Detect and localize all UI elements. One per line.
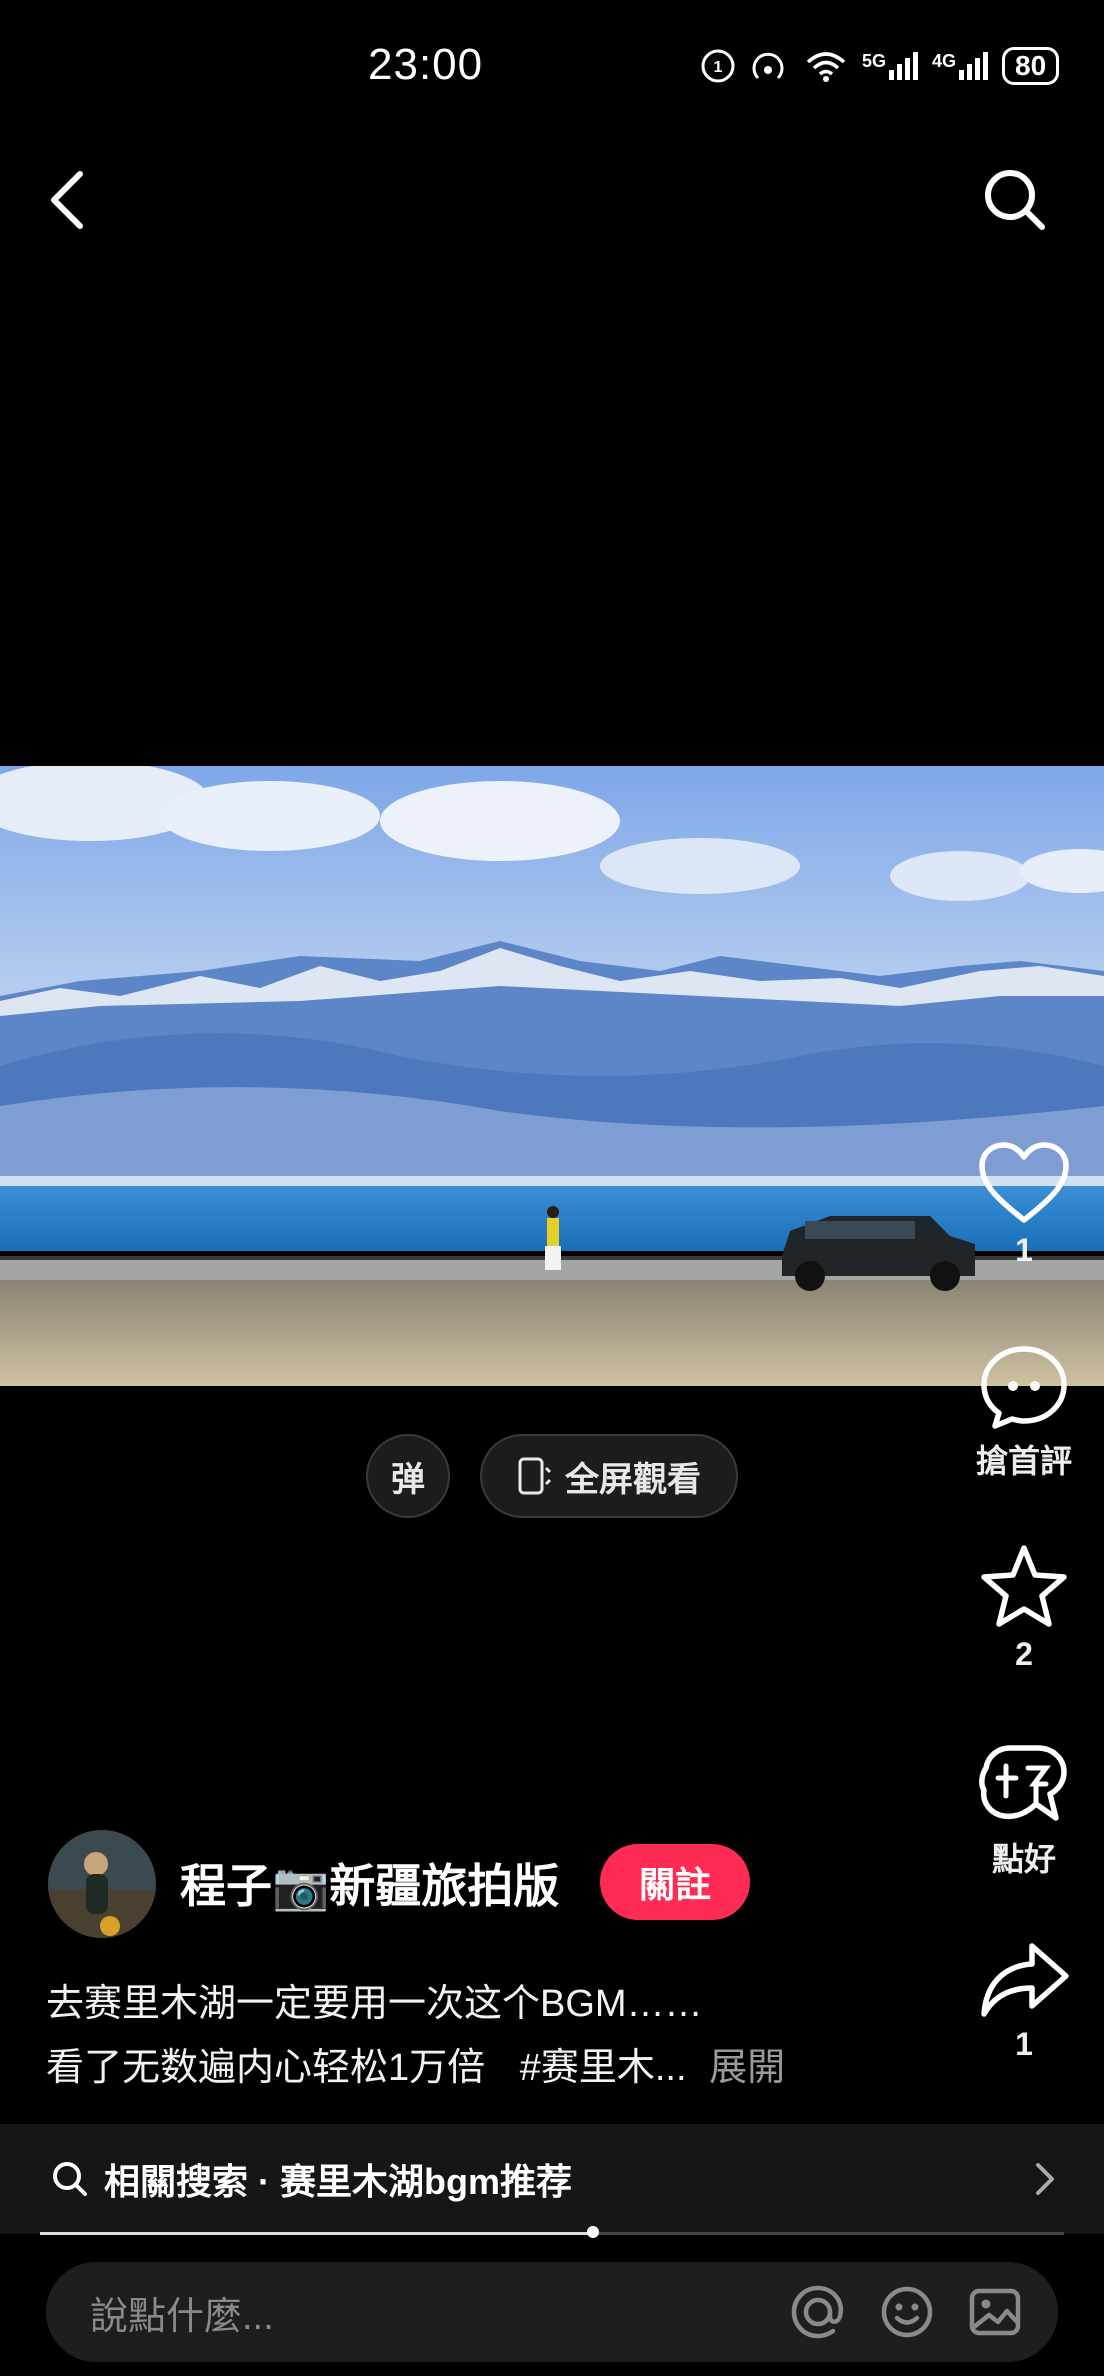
video-player[interactable] xyxy=(0,766,1104,1386)
follow-label: 關註 xyxy=(638,1864,711,1905)
comment-input-bar[interactable]: 說點什麼... xyxy=(46,2262,1058,2362)
fullscreen-label: 全屏觀看 xyxy=(565,1460,701,1499)
related-search-text: 相關搜索 · 赛里木湖bgm推荐 xyxy=(104,2161,572,2202)
hashtag-link[interactable]: #赛里木... xyxy=(520,2047,687,2089)
image-icon[interactable] xyxy=(968,2285,1022,2339)
chevron-right-icon xyxy=(1036,2163,1054,2195)
good-action[interactable]: 點好 xyxy=(960,1738,1088,1880)
star-icon xyxy=(981,1545,1067,1627)
caption-line-2: 看了无数遍内心轻松1万倍 #赛里木... 展開 xyxy=(46,2036,785,2091)
author-name[interactable]: 程子📷新疆旅拍版 xyxy=(180,1850,559,1916)
share-action[interactable]: 1 xyxy=(960,1940,1088,2063)
good-icon xyxy=(979,1745,1067,1821)
hd-icon: 1 xyxy=(701,49,735,83)
emoji-icon[interactable] xyxy=(880,2285,934,2339)
follow-button[interactable]: 關註 xyxy=(600,1844,750,1920)
at-icon[interactable] xyxy=(790,2284,846,2340)
network-4g-label: 4G xyxy=(932,51,957,71)
status-icons: 1 5G 4G 80 xyxy=(700,44,1060,88)
like-count: 1 xyxy=(1015,1232,1033,1268)
svg-text:1: 1 xyxy=(714,59,723,76)
avatar[interactable] xyxy=(48,1830,156,1938)
video-frame-image xyxy=(0,766,1104,1386)
share-count: 1 xyxy=(1015,2026,1033,2062)
avatar-image xyxy=(48,1830,156,1938)
favorite-count: 2 xyxy=(1015,1636,1033,1672)
favorite-action[interactable]: 2 xyxy=(960,1542,1088,1673)
network-5g-label: 5G xyxy=(862,51,887,71)
heart-icon xyxy=(979,1142,1069,1223)
battery-indicator: 80 xyxy=(1002,47,1060,85)
comment-icon xyxy=(981,1346,1067,1429)
search-button[interactable] xyxy=(980,165,1050,235)
status-time: 23:00 xyxy=(368,40,484,89)
signal-5g-icon: 5G xyxy=(862,51,919,80)
caption-text: 看了无数遍内心轻松1万倍 xyxy=(46,2047,486,2089)
expand-link[interactable]: 展開 xyxy=(709,2047,785,2089)
video-progress-fill xyxy=(40,2232,593,2235)
danmu-toggle-button[interactable]: 弹 xyxy=(366,1434,450,1518)
hotspot-icon xyxy=(752,52,784,80)
comment-label: 搶首評 xyxy=(975,1443,1072,1479)
caption-line-1: 去赛里木湖一定要用一次这个BGM…… xyxy=(46,1983,703,2025)
like-action[interactable]: 1 xyxy=(960,1140,1088,1269)
back-icon xyxy=(51,171,83,229)
comment-action[interactable]: 搶首評 xyxy=(960,1344,1088,1482)
share-icon xyxy=(981,1943,1069,2017)
good-label: 點好 xyxy=(991,1841,1056,1877)
fullscreen-button[interactable]: 全屏觀看 xyxy=(480,1434,738,1518)
search-icon xyxy=(53,2162,87,2196)
comment-input[interactable]: 說點什麼... xyxy=(90,2285,790,2340)
search-icon xyxy=(985,170,1045,230)
related-search-bar[interactable]: 相關搜索 · 赛里木湖bgm推荐 xyxy=(0,2124,1104,2234)
signal-4g-icon: 4G xyxy=(932,51,989,80)
danmu-label: 弹 xyxy=(391,1460,425,1499)
back-button[interactable] xyxy=(40,160,100,240)
status-bar: 23:00 1 5G 4G 80 xyxy=(0,0,1104,130)
fullscreen-icon xyxy=(518,1457,551,1495)
video-progress-handle[interactable] xyxy=(587,2226,599,2238)
wifi-icon xyxy=(806,52,846,82)
